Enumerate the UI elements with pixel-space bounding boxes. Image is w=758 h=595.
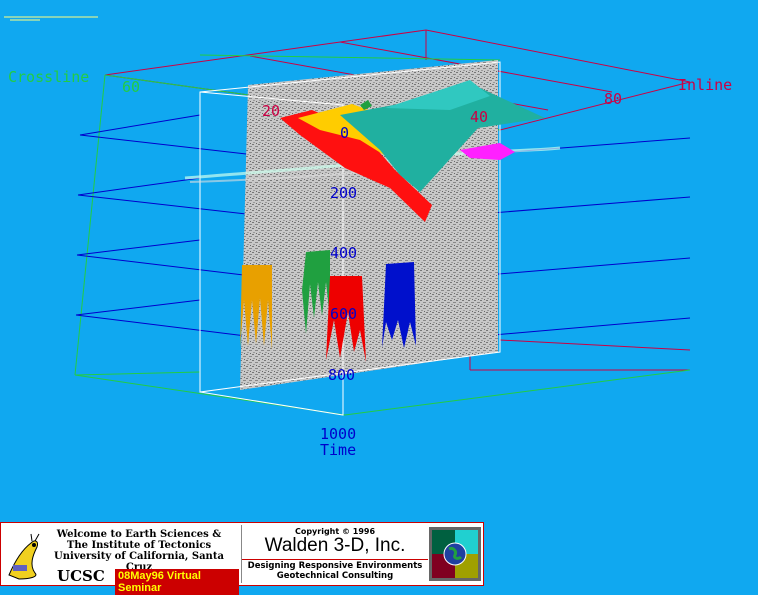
time-tick-400: 400 [330, 244, 358, 262]
time-tick-800: 800 [328, 366, 356, 384]
company-name: Walden 3-D, Inc. [264, 535, 406, 556]
ucsc-label: UCSC [57, 567, 105, 585]
window-decoration [4, 16, 98, 21]
inline-tick-40: 40 [470, 108, 489, 126]
seismic-scene [4, 16, 691, 416]
seismic-3d-viewport[interactable]: Crossline 60 Inline 20 40 80 0 200 400 6… [0, 0, 758, 520]
crossline-tick-60: 60 [122, 78, 141, 96]
inline-axis-label: Inline [678, 76, 733, 94]
walden-panel: Copyright © 1996 Walden 3-D, Inc. Design… [241, 525, 428, 583]
inline-tick-80: 80 [604, 90, 623, 108]
time-tick-200: 200 [330, 184, 358, 202]
inline-tick-20: 20 [262, 102, 281, 120]
time-tick-0: 0 [340, 124, 350, 142]
crossline-axis-label: Crossline [8, 68, 90, 86]
seminar-date-badge: 08May96 Virtual Seminar [115, 569, 239, 595]
time-axis-label: Time [320, 441, 357, 459]
seminar-banner: Welcome to Earth Sciences & The Institut… [0, 522, 484, 595]
walden-logo-icon [429, 527, 481, 581]
tagline-2: Geotechnical Consulting [276, 571, 394, 581]
tagline-1: Designing Responsive Environments [242, 559, 428, 571]
ucsc-panel: Welcome to Earth Sciences & The Institut… [3, 525, 239, 595]
time-tick-600: 600 [330, 305, 358, 323]
